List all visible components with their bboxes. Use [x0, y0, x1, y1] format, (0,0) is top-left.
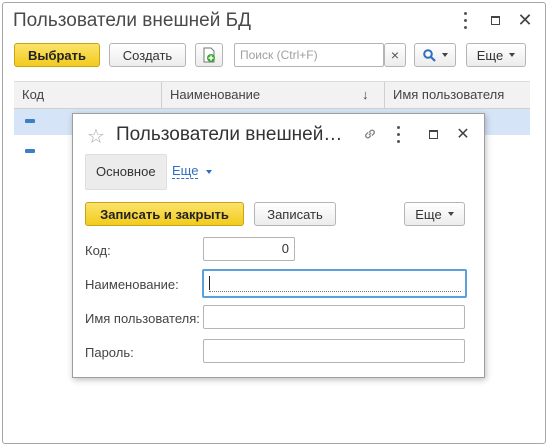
password-label: Пароль: [85, 345, 134, 360]
create-button[interactable]: Создать [109, 43, 186, 67]
maximize-icon[interactable] [422, 123, 444, 145]
code-field[interactable]: 0 [203, 237, 295, 261]
table-header: Код Наименование ↓ Имя пользователя [14, 81, 530, 109]
sort-arrow-icon: ↓ [362, 87, 369, 102]
close-icon[interactable]: ✕ [452, 123, 474, 145]
dialog-more-label: Еще [415, 206, 442, 222]
search-clear-button[interactable]: × [384, 43, 406, 67]
more-vertical-icon[interactable] [454, 9, 476, 31]
search-options-button[interactable] [414, 43, 456, 67]
more-button[interactable]: Еще [466, 43, 526, 67]
favorite-star-icon[interactable]: ☆ [87, 124, 105, 149]
create-copy-button[interactable] [195, 43, 223, 67]
name-field[interactable] [202, 269, 467, 298]
field-underline [209, 291, 461, 292]
new-document-icon [203, 47, 215, 63]
close-icon[interactable]: ✕ [514, 9, 536, 31]
column-header-username[interactable]: Имя пользователя [385, 82, 530, 108]
chevron-down-icon [441, 53, 448, 57]
save-button[interactable]: Записать [254, 202, 336, 226]
tab-more-label: Еще [172, 163, 199, 179]
column-header-code[interactable]: Код [14, 82, 162, 108]
item-icon [25, 119, 35, 123]
item-icon [25, 149, 35, 153]
code-label: Код: [85, 243, 111, 258]
name-label: Наименование: [85, 277, 179, 292]
text-cursor [209, 276, 210, 290]
username-field[interactable] [203, 305, 465, 329]
username-label: Имя пользователя: [85, 311, 200, 326]
search-icon [422, 48, 436, 62]
more-vertical-icon[interactable] [387, 123, 409, 145]
link-icon[interactable] [359, 123, 381, 145]
window-title: Пользователи внешней БД [13, 10, 251, 31]
maximize-icon[interactable] [484, 9, 506, 31]
dialog-title: Пользователи внешней… [116, 124, 343, 145]
dialog-more-button[interactable]: Еще [404, 202, 465, 226]
chevron-down-icon [509, 53, 516, 57]
tab-more[interactable]: Еще [172, 163, 213, 179]
more-label: Еще [476, 47, 504, 63]
column-header-name[interactable]: Наименование [162, 82, 384, 108]
chevron-down-icon [447, 212, 454, 216]
save-and-close-button[interactable]: Записать и закрыть [85, 202, 244, 226]
search-input[interactable]: Поиск (Ctrl+F) [234, 43, 384, 67]
chevron-down-icon [206, 169, 213, 174]
password-field[interactable] [203, 339, 465, 363]
edit-dialog: ☆ Пользователи внешней… ✕ Основное Еще З… [72, 113, 485, 378]
chain-link-icon [365, 129, 375, 139]
tab-main[interactable]: Основное [85, 154, 167, 190]
choose-button[interactable]: Выбрать [14, 43, 100, 67]
